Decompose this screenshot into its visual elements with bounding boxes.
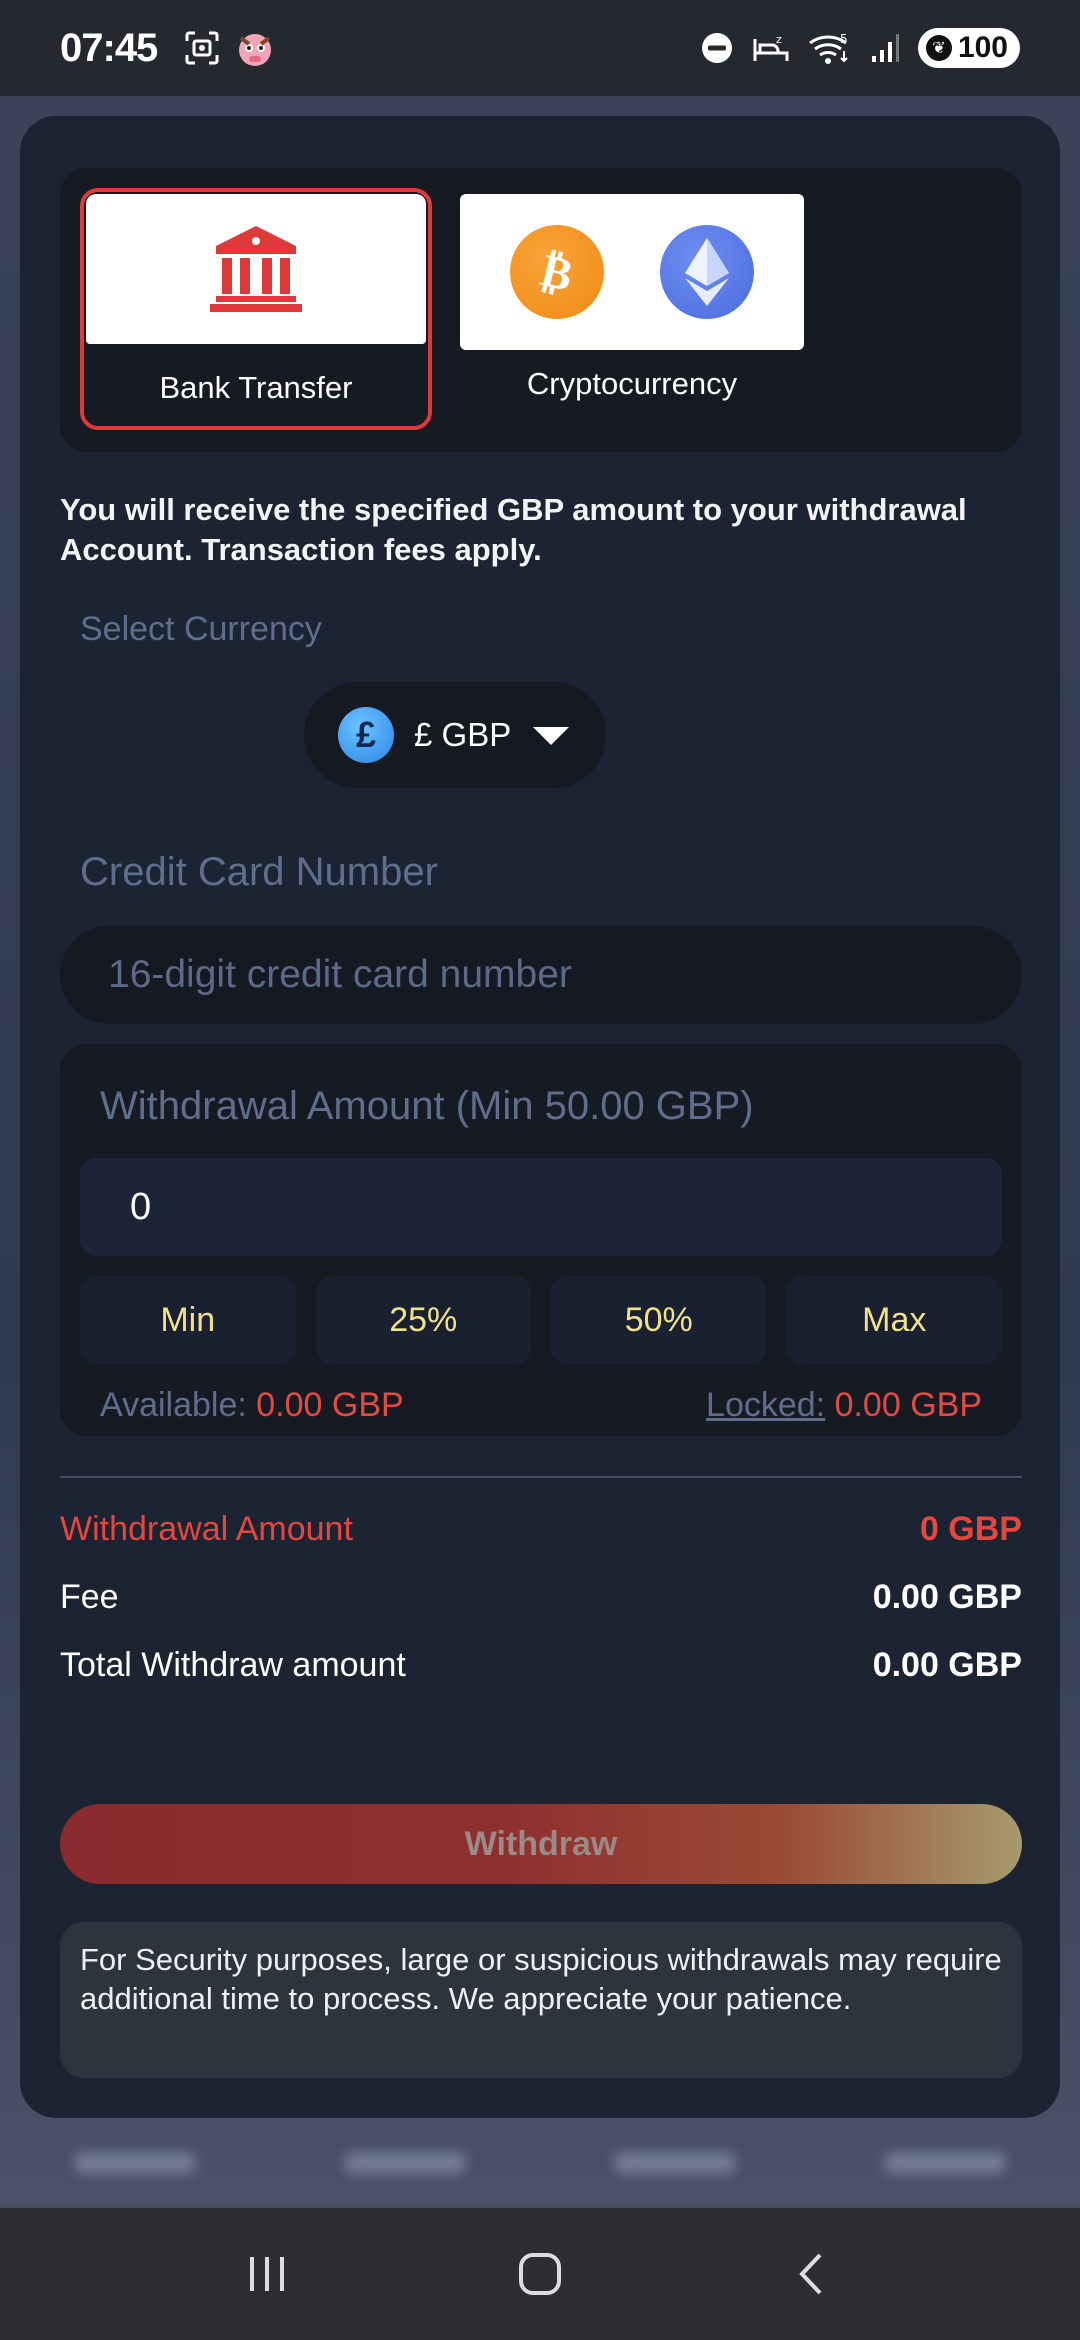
- withdrawal-amount-title: Withdrawal Amount (Min 50.00 GBP): [100, 1084, 754, 1128]
- available-value: 0.00 GBP: [256, 1386, 404, 1424]
- withdrawal-amount-value: 0 GBP: [919, 1510, 1022, 1548]
- battery-saver-icon: ❦: [925, 35, 952, 61]
- app-notification-icon: [235, 28, 275, 68]
- status-right-icons: z 5 ❦ 100: [700, 28, 1020, 68]
- bank-transfer-label: Bank Transfer: [159, 370, 353, 405]
- summary-fee-row: Fee 0.00 GBP: [60, 1578, 1022, 1617]
- withdraw-modal: Bank Transfer ₿ Cryptocurrency You will …: [20, 116, 1060, 2118]
- available-label: Available:: [100, 1386, 247, 1424]
- withdrawal-amount-label: Withdrawal Amount: [60, 1510, 353, 1548]
- bank-icon: [208, 224, 304, 314]
- bitcoin-icon: ₿: [510, 225, 604, 319]
- summary-total-row: Total Withdraw amount 0.00 GBP: [60, 1646, 1022, 1685]
- fee-value: 0.00 GBP: [872, 1578, 1022, 1616]
- withdraw-button[interactable]: Withdraw: [60, 1804, 1022, 1884]
- back-icon[interactable]: [773, 2234, 853, 2314]
- status-time: 07:45: [60, 25, 158, 70]
- total-value: 0.00 GBP: [872, 1646, 1022, 1684]
- divider: [60, 1476, 1022, 1478]
- withdraw-info-text: You will receive the specified GBP amoun…: [60, 492, 967, 567]
- 25-percent-button[interactable]: 25%: [315, 1276, 531, 1364]
- do-not-disturb-icon: [700, 31, 734, 65]
- home-icon[interactable]: [500, 2234, 580, 2314]
- signal-icon: [870, 32, 900, 64]
- system-navigation-bar: [0, 2206, 1080, 2340]
- sleep-icon: z: [752, 31, 790, 65]
- currency-select[interactable]: £ £ GBP: [304, 682, 606, 788]
- cryptocurrency-option[interactable]: ₿ Cryptocurrency: [456, 188, 808, 430]
- locked-link[interactable]: Locked:: [706, 1386, 825, 1424]
- cryptocurrency-image: ₿: [460, 194, 804, 350]
- screenshot-icon: [183, 29, 221, 67]
- select-currency-label: Select Currency: [80, 610, 322, 648]
- battery-level: 100: [957, 31, 1008, 64]
- fee-label: Fee: [60, 1578, 119, 1616]
- battery-indicator: ❦ 100: [917, 28, 1020, 68]
- recent-apps-icon[interactable]: [227, 2234, 307, 2314]
- bank-transfer-option[interactable]: Bank Transfer: [80, 188, 432, 430]
- chevron-down-icon: [531, 723, 571, 747]
- total-label: Total Withdraw amount: [60, 1646, 406, 1684]
- payment-method-selector: Bank Transfer ₿ Cryptocurrency: [60, 168, 1022, 452]
- max-button[interactable]: Max: [786, 1276, 1002, 1364]
- ethereum-icon: [660, 225, 754, 319]
- bank-transfer-image: [86, 194, 426, 344]
- credit-card-label: Credit Card Number: [80, 850, 438, 894]
- svg-text:5: 5: [840, 32, 848, 46]
- locked-balance: Locked: 0.00 GBP: [706, 1386, 982, 1425]
- summary-withdrawal-row: Withdrawal Amount 0 GBP: [60, 1510, 1022, 1549]
- available-balance: Available: 0.00 GBP: [100, 1386, 404, 1425]
- pound-coin-icon: £: [338, 707, 394, 763]
- svg-text:z: z: [776, 33, 782, 46]
- cryptocurrency-label: Cryptocurrency: [526, 366, 738, 401]
- currency-value: £ GBP: [414, 716, 512, 753]
- credit-card-input[interactable]: [60, 926, 1022, 1024]
- balance-row: Available: 0.00 GBP Locked: 0.00 GBP: [100, 1386, 982, 1425]
- security-notice: For Security purposes, large or suspicio…: [60, 1922, 1022, 2078]
- 50-percent-button[interactable]: 50%: [551, 1276, 767, 1364]
- quick-amount-buttons: Min 25% 50% Max: [80, 1276, 1002, 1364]
- min-button[interactable]: Min: [80, 1276, 296, 1364]
- status-bar: 07:45 z 5 ❦ 100: [0, 0, 1080, 96]
- wifi-icon: 5: [808, 31, 852, 65]
- withdrawal-amount-input[interactable]: [80, 1158, 1002, 1256]
- status-left-icons: [183, 28, 275, 68]
- svg-text:₿: ₿: [536, 242, 579, 302]
- locked-value: 0.00 GBP: [834, 1386, 982, 1424]
- background-nav-blurred: [0, 2120, 1080, 2206]
- withdrawal-amount-panel: Withdrawal Amount (Min 50.00 GBP) Min 25…: [60, 1044, 1022, 1436]
